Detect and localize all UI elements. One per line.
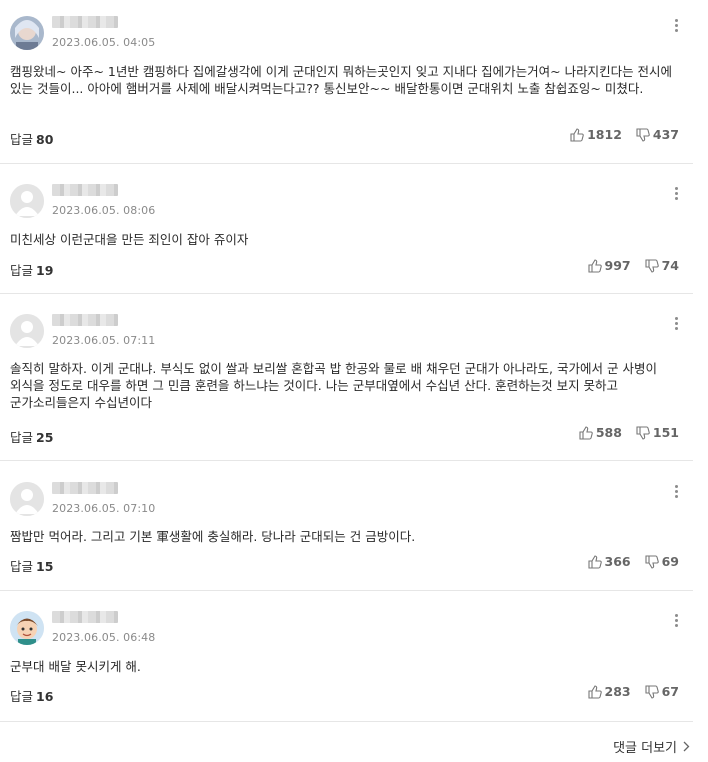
more-comments-label: 댓글 더보기 bbox=[613, 741, 677, 756]
like-count: 997 bbox=[604, 258, 631, 273]
vote-group: 997 74 bbox=[587, 258, 679, 273]
comment-date: 2023.06.05. 08:06 bbox=[52, 204, 156, 217]
comment-text: 미친세상 이런군대을 만든 죄인이 잡아 쥬이자 bbox=[10, 232, 249, 247]
character-avatar-icon bbox=[10, 16, 44, 50]
more-options-icon[interactable] bbox=[669, 185, 683, 203]
more-options-icon[interactable] bbox=[669, 612, 683, 630]
reply-label: 답글 bbox=[10, 263, 34, 278]
dislike-count: 67 bbox=[661, 684, 679, 699]
comment-item: 2023.06.05. 07:10 짬밥만 먹어라. 그리고 기본 軍생활에 충… bbox=[0, 461, 693, 591]
avatar[interactable] bbox=[10, 184, 44, 218]
dislike-count: 69 bbox=[661, 554, 679, 569]
dislike-count: 74 bbox=[661, 258, 679, 273]
nickname-blurred bbox=[52, 611, 118, 623]
thumbs-up-icon bbox=[587, 684, 602, 699]
comment-date: 2023.06.05. 04:05 bbox=[52, 36, 156, 49]
default-avatar-icon bbox=[10, 482, 44, 516]
more-comments-button[interactable]: 댓글 더보기 bbox=[613, 737, 690, 756]
reply-button[interactable]: 답글 19 bbox=[10, 260, 53, 279]
reply-button[interactable]: 답글 15 bbox=[10, 556, 53, 575]
avatar[interactable] bbox=[10, 611, 44, 645]
reply-label: 답글 bbox=[10, 430, 34, 445]
like-count: 1812 bbox=[587, 127, 622, 142]
reply-button[interactable]: 답글 16 bbox=[10, 686, 53, 705]
like-count: 588 bbox=[595, 425, 622, 440]
comment-date: 2023.06.05. 07:11 bbox=[52, 334, 156, 347]
thumbs-down-icon bbox=[645, 554, 659, 569]
comment-item: 2023.06.05. 06:48 군부대 배달 못시키게 해. 답글 16 28… bbox=[0, 591, 693, 722]
like-button[interactable]: 283 bbox=[587, 684, 631, 699]
comment-date: 2023.06.05. 06:48 bbox=[52, 631, 156, 644]
vote-group: 588 151 bbox=[579, 425, 679, 440]
default-avatar-icon bbox=[10, 314, 44, 348]
dislike-count: 151 bbox=[652, 425, 679, 440]
thumbs-up-icon bbox=[587, 258, 602, 273]
dislike-count: 437 bbox=[652, 127, 679, 142]
nickname-blurred bbox=[52, 314, 118, 326]
dislike-button[interactable]: 67 bbox=[645, 684, 679, 699]
vote-group: 366 69 bbox=[587, 554, 679, 569]
thumbs-down-icon bbox=[636, 127, 650, 142]
nickname-blurred bbox=[52, 482, 118, 494]
comment-text: 캠핑왔네~ 아주~ 1년반 캠핑하다 집에갈생각에 이게 군대인지 뭐하는곳인지… bbox=[10, 64, 673, 96]
reply-label: 답글 bbox=[10, 559, 34, 574]
avatar[interactable] bbox=[10, 482, 44, 516]
dislike-button[interactable]: 437 bbox=[636, 127, 679, 142]
thumbs-up-icon bbox=[570, 127, 584, 142]
like-count: 283 bbox=[604, 684, 631, 699]
comment-item: 2023.06.05. 07:11 솔직히 말하자. 이게 군대냐. 부식도 없… bbox=[0, 294, 693, 461]
comment-item: 2023.06.05. 08:06 미친세상 이런군대을 만든 죄인이 잡아 쥬… bbox=[0, 164, 693, 294]
more-options-icon[interactable] bbox=[669, 17, 683, 35]
like-button[interactable]: 588 bbox=[579, 425, 622, 440]
avatar[interactable] bbox=[10, 314, 44, 348]
thumbs-down-icon bbox=[636, 425, 650, 440]
vote-group: 283 67 bbox=[587, 684, 679, 699]
reply-count: 19 bbox=[36, 263, 54, 278]
dislike-button[interactable]: 69 bbox=[645, 554, 679, 569]
reply-count: 15 bbox=[36, 559, 54, 574]
like-button[interactable]: 366 bbox=[587, 554, 631, 569]
default-avatar-icon bbox=[10, 184, 44, 218]
comment-text: 짬밥만 먹어라. 그리고 기본 軍생활에 충실해라. 당나라 군대되는 건 금방… bbox=[10, 529, 416, 544]
cartoon-avatar-icon bbox=[10, 611, 44, 645]
dislike-button[interactable]: 74 bbox=[645, 258, 679, 273]
comment-item: 2023.06.05. 04:05 캠핑왔네~ 아주~ 1년반 캠핑하다 집에갈… bbox=[0, 0, 693, 164]
reply-count: 25 bbox=[36, 430, 54, 445]
thumbs-up-icon bbox=[587, 554, 602, 569]
more-options-icon[interactable] bbox=[669, 483, 683, 501]
chevron-right-icon bbox=[683, 741, 690, 752]
reply-count: 80 bbox=[36, 132, 54, 147]
reply-count: 16 bbox=[36, 689, 54, 704]
like-button[interactable]: 1812 bbox=[570, 127, 622, 142]
comment-text: 군부대 배달 못시키게 해. bbox=[10, 659, 141, 674]
vote-group: 1812 437 bbox=[570, 127, 679, 142]
comment-list: 2023.06.05. 04:05 캠핑왔네~ 아주~ 1년반 캠핑하다 집에갈… bbox=[0, 0, 693, 722]
reply-button[interactable]: 답글 80 bbox=[10, 129, 53, 148]
like-button[interactable]: 997 bbox=[587, 258, 631, 273]
avatar[interactable] bbox=[10, 16, 44, 50]
more-options-icon[interactable] bbox=[669, 315, 683, 333]
comment-date: 2023.06.05. 07:10 bbox=[52, 502, 156, 515]
nickname-blurred bbox=[52, 16, 118, 28]
thumbs-down-icon bbox=[645, 684, 659, 699]
reply-label: 답글 bbox=[10, 689, 34, 704]
nickname-blurred bbox=[52, 184, 118, 196]
dislike-button[interactable]: 151 bbox=[636, 425, 679, 440]
reply-label: 답글 bbox=[10, 132, 34, 147]
thumbs-up-icon bbox=[579, 425, 593, 440]
like-count: 366 bbox=[604, 554, 631, 569]
thumbs-down-icon bbox=[645, 258, 659, 273]
comment-text: 솔직히 말하자. 이게 군대냐. 부식도 없이 쌀과 보리쌀 혼합곡 밥 한공와… bbox=[10, 361, 657, 410]
reply-button[interactable]: 답글 25 bbox=[10, 427, 53, 446]
